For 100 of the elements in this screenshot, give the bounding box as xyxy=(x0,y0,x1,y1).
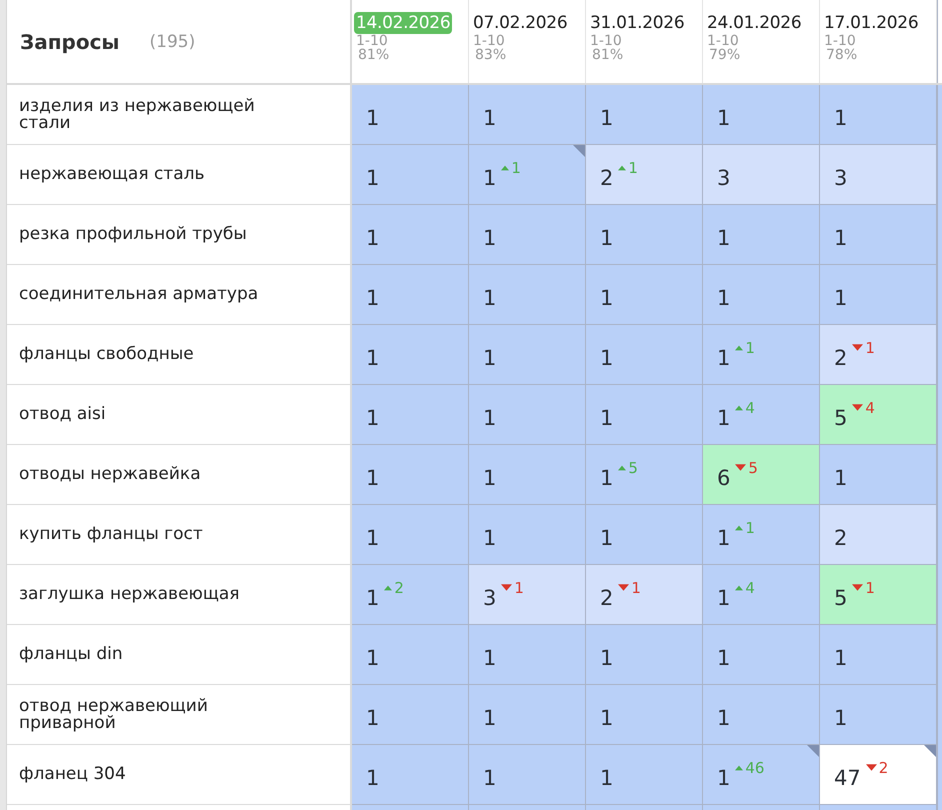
percent-label: 79% xyxy=(709,48,740,62)
position-cell: 3 xyxy=(703,145,820,205)
query-text: изделия из нержавеющей стали xyxy=(19,98,256,132)
change-value: 2 xyxy=(878,758,888,776)
range-label: 1-10 xyxy=(473,34,505,48)
position-cell: 47 2 xyxy=(820,745,937,805)
range-label: 1-10 xyxy=(590,34,622,48)
position-cell: 1 xyxy=(352,685,469,745)
position-cell: 1 xyxy=(469,85,586,145)
query-text: заглушка нержавеющая xyxy=(19,586,240,603)
position-cell: 2 1 xyxy=(820,325,937,385)
query-text: отводы нержавейка xyxy=(19,466,201,483)
percent-label: 83% xyxy=(475,48,506,62)
change-value: 1 xyxy=(745,518,755,536)
position-cell: 1 xyxy=(469,445,586,505)
change-value: 1 xyxy=(865,338,875,356)
range-label: 1-10 xyxy=(824,34,856,48)
query-text: фланец 304 xyxy=(19,766,126,783)
position-cell: 1 xyxy=(352,745,469,805)
position-cell: 1 xyxy=(469,505,586,565)
position-cell: 1 xyxy=(352,205,469,265)
position-cell: 1 xyxy=(352,325,469,385)
date-tab[interactable]: 31.01.2026 xyxy=(588,12,686,34)
position-cell: 1 xyxy=(352,385,469,445)
position-cell: 1 46 xyxy=(703,745,820,805)
query-text: отвод aisi xyxy=(19,406,106,423)
position-cell: 1 xyxy=(820,265,937,325)
change-value: 4 xyxy=(745,578,755,596)
percent-label: 78% xyxy=(826,48,858,62)
query-count: (195) xyxy=(150,32,196,52)
change-value: 1 xyxy=(511,158,521,176)
column-title: Запросы xyxy=(20,30,120,54)
query-text: нержавеющая сталь xyxy=(19,166,204,183)
change-value: 1 xyxy=(628,158,638,176)
date-tab[interactable]: 24.01.2026 xyxy=(705,12,804,34)
change-value: 4 xyxy=(745,398,755,416)
position-cell: 3 xyxy=(820,145,937,205)
position-cell: 1 xyxy=(352,265,469,325)
position-cell: 1 xyxy=(703,685,820,745)
position-cell: 1 xyxy=(352,445,469,505)
change-value: 1 xyxy=(745,338,755,356)
position-cell: 2 1 xyxy=(586,145,703,205)
position-cell: 1 xyxy=(703,265,820,325)
position-cell: 1 xyxy=(586,685,703,745)
query-text: резка профильной трубы xyxy=(19,226,247,243)
position-cell: 1 xyxy=(469,385,586,445)
change-value: 2 xyxy=(394,578,404,596)
query-text: фланцы свободные xyxy=(19,346,194,363)
position-cell: 1 1 xyxy=(469,145,586,205)
position-cell: 1 xyxy=(820,445,937,505)
position-cell: 1 xyxy=(586,265,703,325)
position-cell: 1 xyxy=(703,625,820,685)
range-label: 1-10 xyxy=(356,34,388,48)
range-label: 1-10 xyxy=(707,34,739,48)
position-cell: 1 xyxy=(586,205,703,265)
position-cell: 1 xyxy=(469,745,586,805)
change-value: 5 xyxy=(748,458,758,476)
position-cell: 1 xyxy=(586,325,703,385)
query-text: купить фланцы гост xyxy=(19,526,203,543)
change-value: 4 xyxy=(865,398,875,416)
date-tab[interactable]: 17.01.2026 xyxy=(822,12,920,34)
position-cell: 2 xyxy=(820,505,937,565)
query-text: соединительная арматура xyxy=(19,286,258,303)
position-cell: 1 4 xyxy=(703,565,820,625)
position-cell: 1 1 xyxy=(703,505,820,565)
position-cell: 1 4 xyxy=(703,385,820,445)
position-cell: 1 xyxy=(586,745,703,805)
position-cell: 1 xyxy=(469,625,586,685)
position-cell: 1 5 xyxy=(586,445,703,505)
position-cell: 6 5 xyxy=(703,445,820,505)
percent-label: 81% xyxy=(592,48,624,62)
position-cell: 1 xyxy=(820,85,937,145)
position-cell: 1 xyxy=(586,625,703,685)
position-cell: 1 xyxy=(586,385,703,445)
position-cell: 1 xyxy=(586,85,703,145)
position-cell: 1 xyxy=(469,685,586,745)
change-value: 46 xyxy=(745,758,764,776)
position-cell: 2 1 xyxy=(586,565,703,625)
position-cell: 1 xyxy=(820,205,937,265)
query-text: фланцы din xyxy=(19,646,123,663)
position-cell: 5 4 xyxy=(820,385,937,445)
position-cell: 1 xyxy=(352,85,469,145)
date-tab[interactable]: 07.02.2026 xyxy=(471,12,570,34)
position-cell: 1 xyxy=(352,145,469,205)
position-cell: 1 xyxy=(703,205,820,265)
position-cell: 1 2 xyxy=(352,565,469,625)
position-cell: 1 xyxy=(352,505,469,565)
position-cell: 1 xyxy=(469,325,586,385)
position-cell: 1 xyxy=(820,685,937,745)
change-value: 1 xyxy=(514,578,524,596)
query-text: отвод нержавеющий приварной xyxy=(19,698,209,732)
position-cell: 1 xyxy=(586,505,703,565)
position-cell: 3 1 xyxy=(469,565,586,625)
position-cell: 1 xyxy=(469,205,586,265)
percent-label: 81% xyxy=(358,48,390,62)
position-cell: 5 1 xyxy=(820,565,937,625)
position-cell: 1 xyxy=(820,625,937,685)
position-cell: 1 xyxy=(703,85,820,145)
position-cell: 1 xyxy=(469,265,586,325)
position-cell: 1 1 xyxy=(703,325,820,385)
